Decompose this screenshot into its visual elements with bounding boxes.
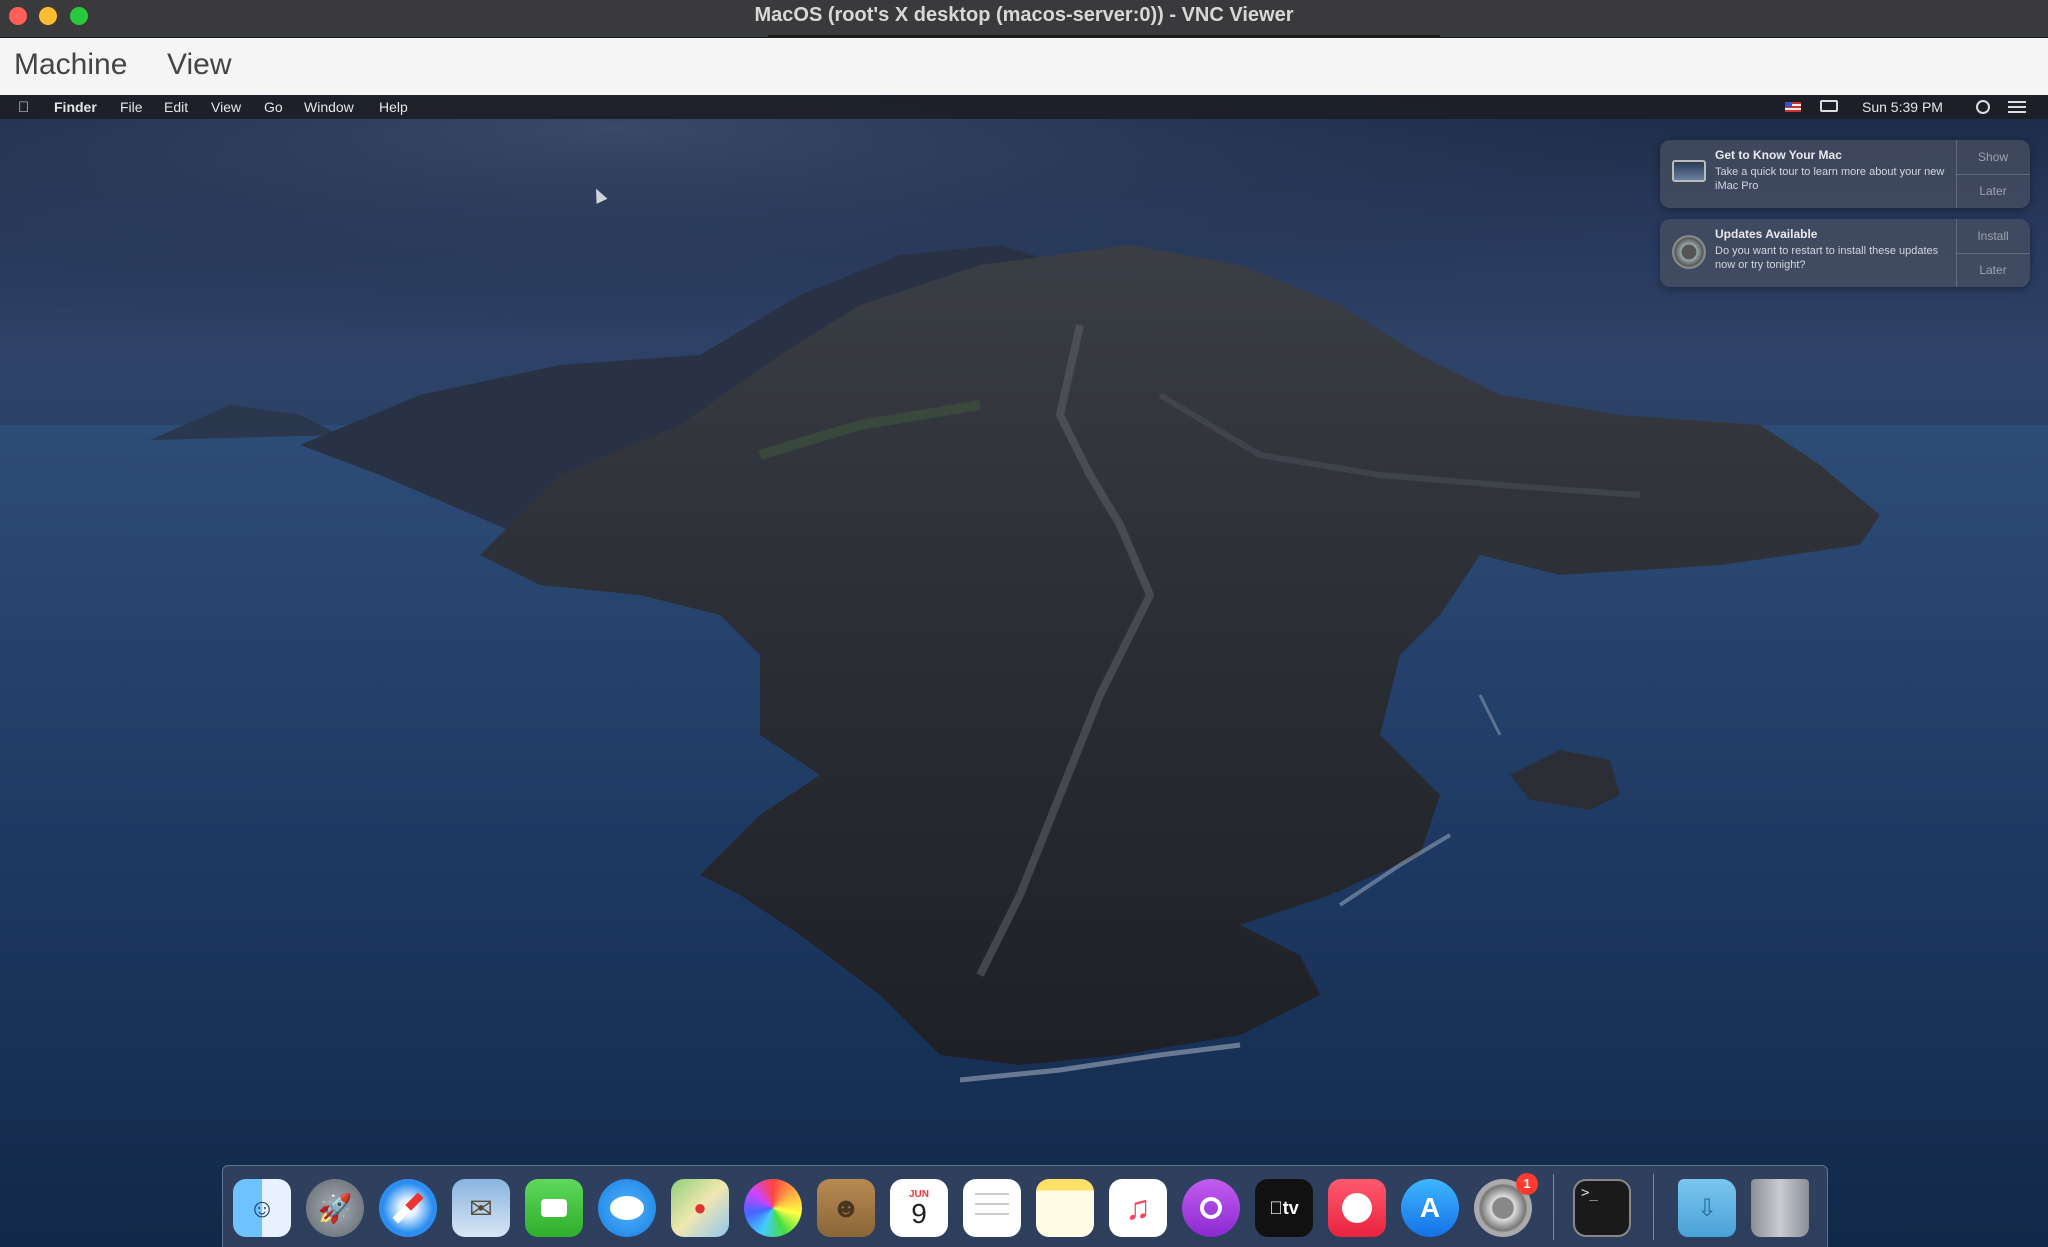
clock[interactable]: Sun 5:39 PM	[1862, 99, 1943, 115]
trash-icon[interactable]	[1751, 1179, 1809, 1237]
menu-go[interactable]: Go	[264, 99, 283, 115]
system-preferences-icon[interactable]: 1	[1474, 1173, 1538, 1237]
launchpad-icon[interactable]: 🚀	[306, 1179, 364, 1237]
mail-icon[interactable]: ✉	[452, 1179, 510, 1237]
safari-icon[interactable]	[379, 1179, 437, 1237]
maps-icon[interactable]: ●	[671, 1179, 729, 1237]
spotlight-search-icon[interactable]	[1976, 100, 1990, 114]
tv-label: tv	[1275, 1197, 1299, 1218]
apple-icon[interactable]: 	[18, 99, 29, 116]
notification-updates-available[interactable]: Updates Available Do you want to restart…	[1660, 219, 2030, 287]
contacts-icon[interactable]: ☻	[817, 1179, 875, 1237]
menu-finder[interactable]: Finder	[54, 99, 97, 115]
podcasts-icon[interactable]	[1182, 1179, 1240, 1237]
menu-help[interactable]: Help	[379, 99, 408, 115]
window-title: MacOS (root's X desktop (macos-server:0)…	[754, 4, 1294, 26]
finder-icon[interactable]: ☺	[233, 1179, 291, 1237]
software-update-gear-icon	[1672, 235, 1706, 269]
install-button[interactable]: Install	[1956, 219, 2030, 254]
menu-window[interactable]: Window	[304, 99, 354, 115]
update-badge: 1	[1516, 1173, 1538, 1195]
messages-icon[interactable]	[598, 1179, 656, 1237]
calendar-icon[interactable]: JUN 9	[890, 1179, 948, 1237]
airplay-display-icon[interactable]	[1820, 100, 1838, 112]
dock-separator	[1553, 1174, 1554, 1240]
vnc-menu-bar: Machine View	[0, 38, 2048, 95]
dock: ☺ 🚀 ✉ ● ☻ JUN 9 ♫ tv A 1 >_ ⇩	[222, 1165, 1828, 1247]
imac-icon	[1672, 160, 1706, 182]
notification-center-icon[interactable]	[2008, 101, 2026, 113]
facetime-icon[interactable]	[525, 1179, 583, 1237]
notification-body: Do you want to restart to install these …	[1715, 245, 1939, 271]
menu-file[interactable]: File	[120, 99, 143, 115]
macos-menu-bar:  Finder File Edit View Go Window Help S…	[0, 95, 2048, 119]
apple-tv-icon[interactable]: tv	[1255, 1179, 1313, 1237]
later-button[interactable]: Later	[1956, 253, 2030, 287]
downloads-folder-icon[interactable]: ⇩	[1678, 1179, 1736, 1237]
notes-icon[interactable]	[1036, 1179, 1094, 1237]
notification-title: Updates Available	[1715, 227, 1818, 241]
menu-edit[interactable]: Edit	[164, 99, 188, 115]
menu-view[interactable]: View	[211, 99, 241, 115]
music-icon[interactable]: ♫	[1109, 1179, 1167, 1237]
notification-title: Get to Know Your Mac	[1715, 148, 1842, 162]
menu-machine[interactable]: Machine	[14, 48, 127, 82]
show-button[interactable]: Show	[1956, 140, 2030, 175]
photos-icon[interactable]	[744, 1179, 802, 1237]
later-button[interactable]: Later	[1956, 174, 2030, 208]
menu-view[interactable]: View	[167, 48, 231, 82]
remote-desktop[interactable]:  Finder File Edit View Go Window Help S…	[0, 95, 2048, 1247]
us-flag-icon[interactable]	[1785, 102, 1801, 112]
reminders-icon[interactable]	[963, 1179, 1021, 1237]
app-store-icon[interactable]: A	[1401, 1179, 1459, 1237]
calendar-day: 9	[911, 1197, 927, 1229]
dock-separator	[1653, 1174, 1654, 1240]
terminal-icon[interactable]: >_	[1573, 1179, 1631, 1237]
news-icon[interactable]	[1328, 1179, 1386, 1237]
vnc-title-bar: MacOS (root's X desktop (macos-server:0)…	[0, 0, 2048, 40]
notification-body: Take a quick tour to learn more about yo…	[1715, 166, 1945, 192]
notification-get-to-know[interactable]: Get to Know Your Mac Take a quick tour t…	[1660, 140, 2030, 208]
